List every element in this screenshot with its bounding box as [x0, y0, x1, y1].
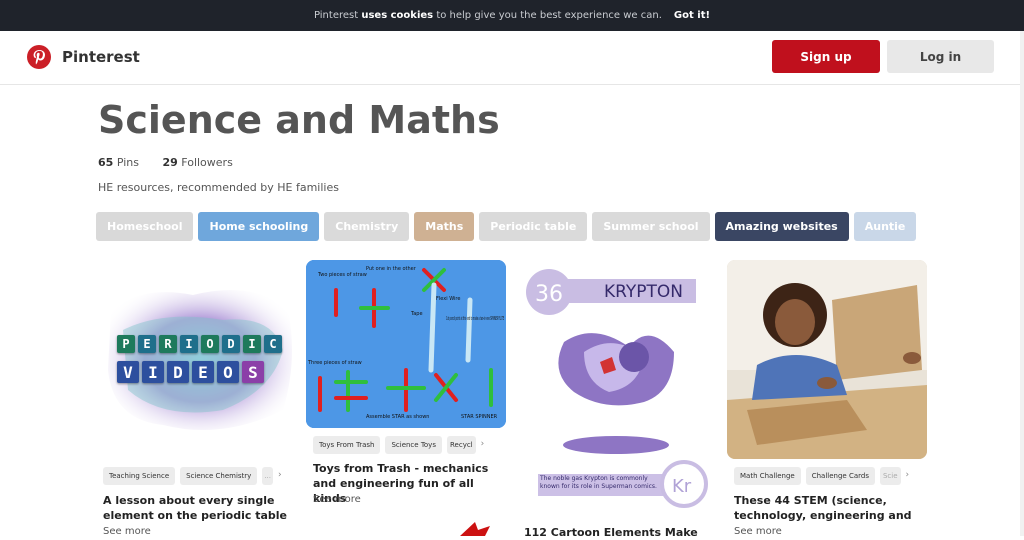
- pin-chip[interactable]: Recycl: [446, 436, 476, 454]
- brand-name[interactable]: Pinterest: [62, 48, 140, 66]
- sign-up-button[interactable]: Sign up: [772, 40, 880, 73]
- pin-title[interactable]: A lesson about every single element on t…: [103, 493, 298, 523]
- element-caption: The noble gas Krypton is commonly known …: [540, 475, 657, 490]
- board-description: HE resources, recommended by HE families: [98, 181, 339, 194]
- cookie-bold: uses cookies: [361, 10, 434, 21]
- followers-label: Followers: [181, 156, 233, 169]
- straw-label: Two pieces of straw: [317, 272, 367, 278]
- tag-home-schooling[interactable]: Home schooling: [198, 212, 320, 241]
- letter-tile: I: [243, 335, 261, 353]
- letter-tile: I: [142, 361, 164, 383]
- pin-title[interactable]: These 44 STEM (science, technology, engi…: [734, 493, 929, 523]
- pin-chips: Teaching Science Science Chemistry ... ›: [103, 467, 282, 485]
- tag-summer-school[interactable]: Summer school: [592, 212, 710, 241]
- pin-chip[interactable]: Challenge Cards: [805, 467, 875, 485]
- letter-tile: S: [242, 361, 264, 383]
- pin-chip[interactable]: Science Toys: [385, 436, 442, 454]
- pin-title[interactable]: 112 Cartoon Elements Make: [524, 525, 719, 540]
- pins-count: 65: [98, 156, 114, 169]
- letter-tile: D: [222, 335, 240, 353]
- cookie-text: to help give you the best experience we …: [436, 10, 662, 21]
- straw-label: Put one in the other: [366, 266, 417, 272]
- top-header: Pinterest Sign up Log in: [0, 31, 1020, 85]
- pins-label: Pins: [116, 156, 139, 169]
- tag-auntie[interactable]: Auntie: [853, 212, 917, 241]
- straw-label: Cut pencil point at this end to make a t…: [446, 316, 504, 322]
- pin-chip[interactable]: Math Challenge: [734, 467, 801, 485]
- pin-chip[interactable]: Teaching Science: [103, 467, 176, 485]
- videos-word: VIDEOS: [117, 361, 264, 383]
- atomic-number: 36: [535, 282, 563, 307]
- pin-image-child-cardboard[interactable]: [727, 260, 927, 459]
- letter-tile: E: [138, 335, 156, 353]
- see-more-link[interactable]: See more: [103, 526, 151, 537]
- pin-image-krypton[interactable]: 36 KRYPTON The noble gas Krypton is comm…: [524, 262, 724, 512]
- letter-tile: O: [201, 335, 219, 353]
- straw-label: Assemble STAR as shown: [366, 414, 429, 420]
- board-stats: 65 Pins 29 Followers: [98, 156, 233, 169]
- pin-chips: Math Challenge Challenge Cards Scie ›: [734, 467, 909, 485]
- straw-label: STAR SPINNER: [461, 414, 498, 420]
- periodic-word: PERIODIC: [117, 335, 282, 353]
- chevron-right-icon[interactable]: ›: [906, 467, 910, 485]
- cookie-banner: Pinterest uses cookies to help give you …: [0, 0, 1024, 31]
- straw-label: Tape: [410, 311, 423, 317]
- followers-count: 29: [162, 156, 178, 169]
- pin-image-straw-toys[interactable]: Two pieces of straw Put one in the other…: [306, 260, 506, 428]
- pin-chips: Toys From Trash Science Toys Recycl ›: [313, 436, 484, 454]
- cookie-prefix: Pinterest: [313, 10, 359, 21]
- letter-tile: E: [192, 361, 214, 383]
- board-title: Science and Maths: [98, 98, 500, 142]
- element-symbol: Kr: [672, 476, 692, 497]
- tag-maths[interactable]: Maths: [414, 212, 475, 241]
- letter-tile: I: [180, 335, 198, 353]
- letter-tile: P: [117, 335, 135, 353]
- pinterest-logo-icon[interactable]: [27, 45, 51, 69]
- pin-chip[interactable]: Toys From Trash: [313, 436, 381, 454]
- pin-chip[interactable]: ...: [262, 467, 274, 485]
- pin-chip[interactable]: Science Chemistry: [180, 467, 258, 485]
- straw-label: Flexi Wire: [436, 296, 460, 302]
- letter-tile: R: [159, 335, 177, 353]
- tag-periodic-table[interactable]: Periodic table: [479, 212, 588, 241]
- see-more-link[interactable]: See more: [734, 526, 782, 537]
- pin-image-periodic-videos[interactable]: PERIODIC VIDEOS: [103, 270, 303, 450]
- tag-amazing-websites[interactable]: Amazing websites: [714, 212, 849, 241]
- scrollbar[interactable]: [1020, 31, 1024, 536]
- straw-label: Three pieces of straw: [307, 360, 362, 366]
- element-name: KRYPTON: [604, 282, 683, 302]
- tag-chemistry[interactable]: Chemistry: [324, 212, 410, 241]
- see-more-link[interactable]: See more: [313, 494, 361, 505]
- log-in-button[interactable]: Log in: [887, 40, 994, 73]
- chevron-right-icon[interactable]: ›: [278, 467, 282, 485]
- pins-stat[interactable]: 65 Pins: [98, 156, 139, 169]
- letter-tile: O: [217, 361, 239, 383]
- followers-stat[interactable]: 29 Followers: [162, 156, 232, 169]
- letter-tile: D: [167, 361, 189, 383]
- pin-chip[interactable]: Scie: [879, 467, 901, 485]
- pin-image-partial[interactable]: [440, 520, 500, 536]
- letter-tile: C: [264, 335, 282, 353]
- got-it-button[interactable]: Got it!: [674, 10, 710, 21]
- letter-tile: V: [117, 361, 139, 383]
- chevron-right-icon[interactable]: ›: [481, 436, 485, 454]
- tag-homeschool[interactable]: Homeschool: [96, 212, 194, 241]
- topic-tags: Homeschool Home schooling Chemistry Maths Pe…: [96, 212, 917, 241]
